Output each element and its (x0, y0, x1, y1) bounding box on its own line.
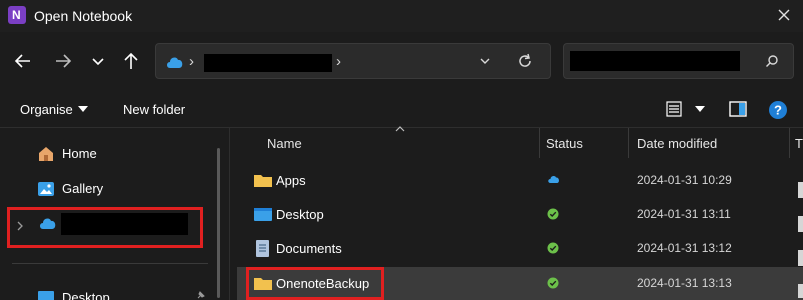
navigation-bar: › › (0, 32, 803, 90)
check-icon (547, 242, 559, 254)
folder-icon (254, 175, 272, 187)
forward-button[interactable] (52, 50, 74, 72)
column-separator[interactable] (539, 128, 540, 158)
refresh-icon (519, 53, 531, 67)
scrollbar[interactable] (217, 148, 220, 298)
desktop-folder-icon (254, 208, 272, 221)
column-header-status[interactable]: Status (546, 136, 583, 151)
column-header-type[interactable]: T (795, 136, 803, 151)
list-view-icon (666, 101, 682, 117)
address-history-dropdown[interactable] (478, 54, 492, 71)
home-icon (39, 147, 53, 161)
command-bar: Organise New folder ? (0, 90, 803, 128)
type-column-edge (798, 178, 803, 298)
chevron-down-icon (92, 58, 104, 66)
caret-down-icon (695, 106, 705, 112)
view-options-button[interactable] (665, 100, 685, 121)
desktop-icon (38, 291, 54, 300)
documents-folder-icon (256, 240, 269, 257)
close-button[interactable] (773, 4, 795, 26)
preview-pane-button[interactable] (728, 100, 748, 121)
check-icon (547, 208, 559, 220)
pin-icon (197, 291, 205, 299)
sidebar-item-label: Gallery (62, 181, 104, 196)
red-highlight-annotation (7, 207, 203, 248)
close-icon (778, 9, 790, 21)
arrow-right-icon (56, 54, 72, 68)
gallery-icon (38, 182, 54, 196)
red-highlight-annotation (246, 267, 384, 300)
chevron-down-icon (480, 58, 490, 64)
divider (12, 263, 208, 264)
search-box[interactable] (563, 43, 794, 79)
sidebar-item-label: Home (62, 146, 97, 161)
file-name: Apps (276, 173, 306, 188)
breadcrumb-separator: › (189, 53, 194, 70)
column-header-name[interactable]: Name (267, 136, 302, 151)
column-separator[interactable] (628, 128, 629, 158)
back-button[interactable] (12, 50, 34, 72)
file-row-documents[interactable]: Documents 2024-01-31 13:12 (237, 232, 803, 264)
cloud-icon (167, 57, 183, 68)
check-icon (547, 277, 559, 289)
caret-down-icon (78, 106, 88, 112)
breadcrumb-separator: › (336, 53, 341, 70)
search-icon (766, 55, 778, 67)
svg-text:?: ? (774, 103, 782, 118)
column-headers: Name Status Date modified T (231, 126, 803, 158)
column-header-date-modified[interactable]: Date modified (637, 136, 717, 151)
redacted-path (204, 54, 332, 72)
help-icon: ? (769, 101, 787, 119)
app-icon-letter: N (12, 8, 21, 22)
redacted-search-text (570, 51, 740, 71)
arrow-left-icon (14, 54, 30, 68)
address-bar[interactable]: › › (155, 43, 551, 79)
file-date: 2024-01-31 10:29 (637, 173, 732, 187)
column-separator[interactable] (789, 128, 790, 158)
file-name: Documents (276, 241, 342, 256)
arrow-up-icon (124, 52, 138, 69)
refresh-button[interactable] (516, 52, 534, 73)
organise-button[interactable]: Organise (20, 102, 73, 117)
preview-pane-icon (729, 101, 747, 117)
sidebar-item-label: Desktop (62, 290, 110, 300)
onenote-app-icon: N (8, 6, 26, 24)
file-name: Desktop (276, 207, 324, 222)
file-date: 2024-01-31 13:12 (637, 241, 732, 255)
file-row-apps[interactable]: Apps 2024-01-31 10:29 (237, 164, 803, 196)
cloud-icon (548, 175, 559, 183)
up-button[interactable] (120, 50, 142, 72)
new-folder-button[interactable]: New folder (123, 102, 185, 117)
title-bar: N Open Notebook (0, 0, 803, 32)
file-row-desktop[interactable]: Desktop 2024-01-31 13:11 (237, 198, 803, 230)
file-date: 2024-01-31 13:13 (637, 276, 732, 290)
navigation-pane: Home Gallery Desktop (0, 128, 230, 300)
recent-locations-button[interactable] (87, 50, 109, 72)
help-button[interactable]: ? (768, 100, 788, 123)
sort-ascending-icon (395, 126, 405, 132)
window-title: Open Notebook (34, 8, 133, 24)
file-date: 2024-01-31 13:11 (637, 207, 731, 221)
